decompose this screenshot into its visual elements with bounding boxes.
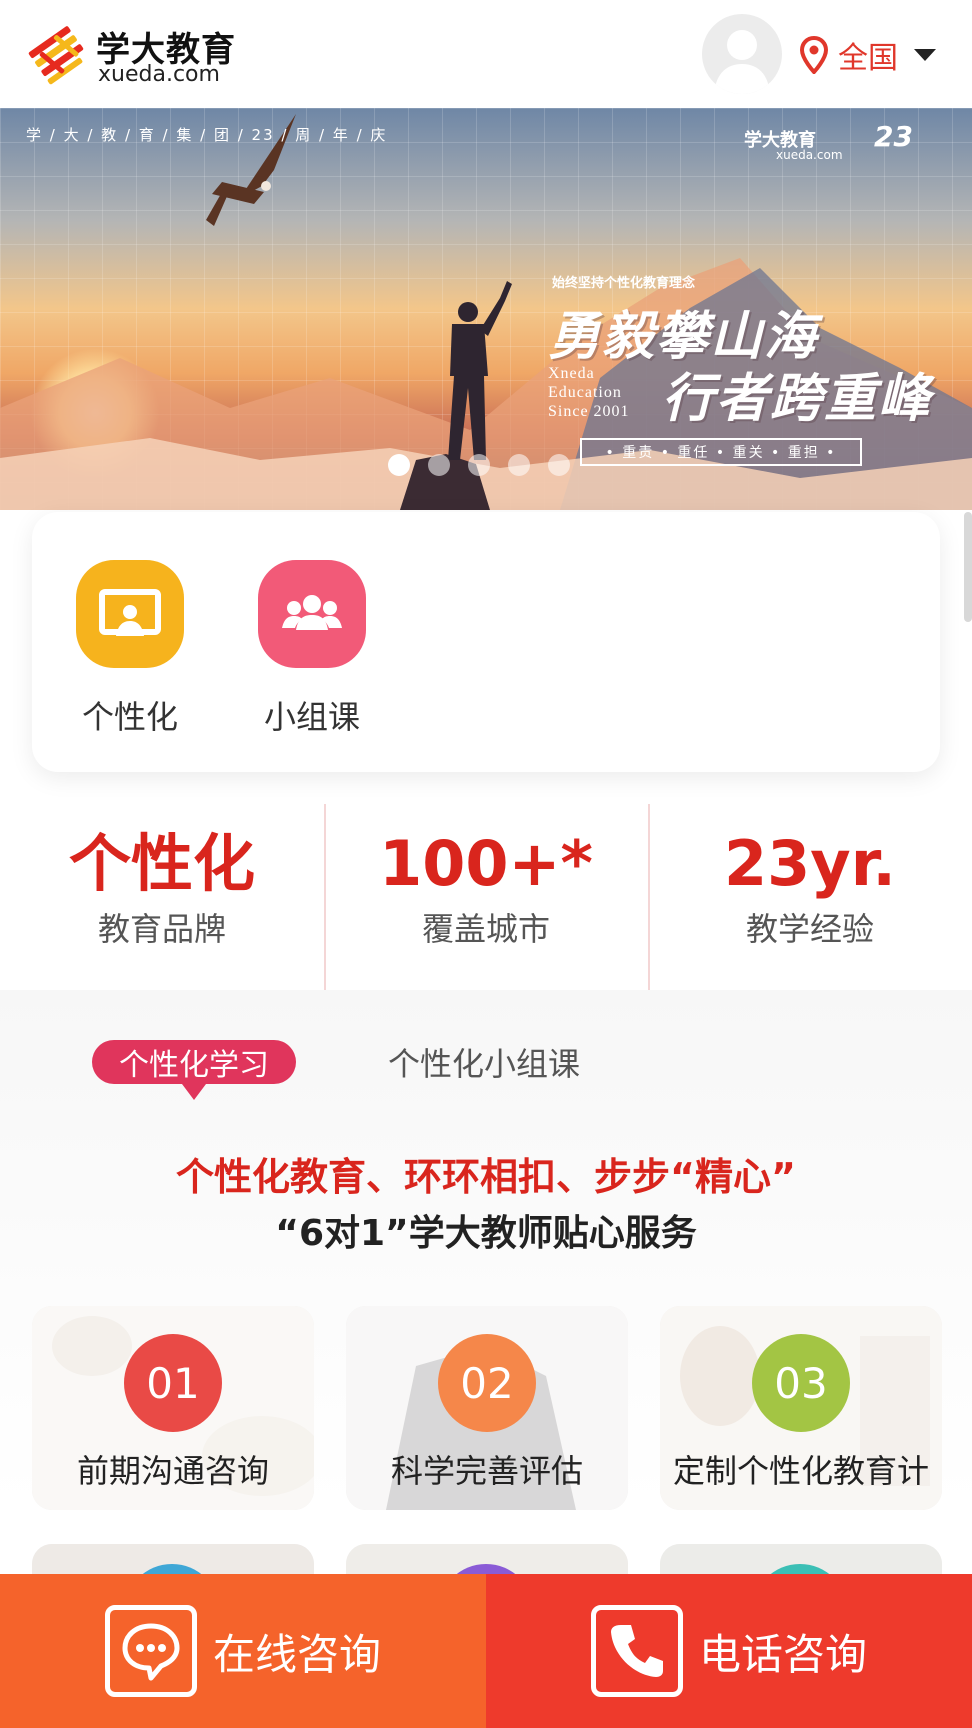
banner-values-pill: • 重责 • 重任 • 重关 • 重担 • <box>580 438 862 466</box>
phone-consult-label: 电话咨询 <box>698 1629 867 1679</box>
carousel-dot[interactable] <box>468 454 490 476</box>
banner-small-caption: 始终坚持个性化教育理念 <box>552 276 696 291</box>
banner-english-line: Education <box>548 384 622 401</box>
banner-headline-2: 行者跨重峰 <box>662 369 933 429</box>
active-tab-pointer <box>182 1084 206 1100</box>
group-people-icon <box>282 595 342 630</box>
step-card-custom-plan[interactable]: 03 定制个性化教育计 <box>660 1306 942 1510</box>
carousel-dot[interactable] <box>388 454 410 476</box>
classroom-screen-icon <box>99 589 161 636</box>
logo-mark-icon <box>28 26 84 85</box>
category-label: 个性化 <box>81 698 178 736</box>
online-consult-button[interactable]: 在线咨询 <box>0 1574 486 1728</box>
stat-label: 教育品牌 <box>97 910 226 948</box>
step-card-consult[interactable]: 01 前期沟通咨询 <box>32 1306 314 1510</box>
carousel-dot[interactable] <box>428 454 450 476</box>
location-pin-icon <box>800 36 828 74</box>
location-label: 全国 <box>838 41 898 76</box>
banner-anniversary-mark: 23 <box>874 120 913 153</box>
category-label: 小组课 <box>263 698 360 736</box>
step-label: 科学完善评估 <box>390 1452 583 1490</box>
carousel-dots <box>388 454 570 476</box>
page-scrollbar[interactable] <box>964 512 972 622</box>
banner-anniversary-strip: 学 / 大 / 教 / 育 / 集 / 团 / 23 / 周 / 年 / 庆 <box>26 126 388 144</box>
online-consult-label: 在线咨询 <box>212 1629 381 1679</box>
stat-value: 23yr. <box>724 827 896 900</box>
brand-logo[interactable]: 学大教育 xueda.com <box>26 20 256 90</box>
chat-bubble-icon <box>104 1605 197 1697</box>
carousel-dot[interactable] <box>508 454 530 476</box>
category-card: 个性化 小组课 <box>32 512 940 772</box>
stat-experience: 23yr. 教学经验 <box>648 802 972 990</box>
caret-down-icon <box>914 49 936 61</box>
tab-personalized-group[interactable]: 个性化小组课 <box>388 1040 580 1084</box>
stats-row: 个性化 教育品牌 100+* 覆盖城市 23yr. 教学经验 <box>0 802 972 990</box>
category-personalized[interactable]: 个性化 <box>70 560 190 738</box>
tab-personalized-learning[interactable]: 个性化学习 <box>92 1040 296 1084</box>
stat-label: 教学经验 <box>745 910 874 948</box>
logo-text-en: xueda.com <box>98 62 220 87</box>
user-silhouette-icon <box>714 30 770 94</box>
stat-value: 个性化 <box>68 827 255 900</box>
stat-cities: 100+* 覆盖城市 <box>324 802 648 990</box>
user-avatar[interactable] <box>702 14 782 94</box>
hero-banner[interactable]: 学 / 大 / 教 / 育 / 集 / 团 / 23 / 周 / 年 / 庆 学… <box>0 108 972 510</box>
phone-handset-icon <box>590 1605 683 1697</box>
phone-consult-button[interactable]: 电话咨询 <box>486 1574 972 1728</box>
banner-english-line: Xneda <box>548 365 595 382</box>
step-label: 前期沟通咨询 <box>76 1452 269 1490</box>
step-number-badge: 01 <box>124 1334 222 1432</box>
step-number-badge: 03 <box>752 1334 850 1432</box>
stat-value: 100+* <box>379 827 593 900</box>
top-header: 学大教育 xueda.com 全国 <box>0 0 972 108</box>
banner-english-line: Since 2001 <box>548 403 630 420</box>
stat-brand: 个性化 教育品牌 <box>0 802 324 990</box>
step-card-assessment[interactable]: 02 科学完善评估 <box>346 1306 628 1510</box>
bottom-action-bar: 在线咨询 电话咨询 <box>0 1574 972 1728</box>
slogan-headline: 个性化教育、环环相扣、步步“精心” <box>176 1155 796 1199</box>
carousel-dot[interactable] <box>548 454 570 476</box>
banner-brand-en: xueda.com <box>776 148 843 162</box>
stat-label: 覆盖城市 <box>421 910 550 948</box>
location-selector[interactable]: 全国 <box>800 30 936 80</box>
step-label: 定制个性化教育计 <box>672 1452 929 1490</box>
step-number-badge: 02 <box>438 1334 536 1432</box>
category-icon-bg <box>258 560 366 668</box>
category-icon-bg <box>76 560 184 668</box>
banner-english-caption: Xneda Education Since 2001 <box>548 364 630 421</box>
category-small-group[interactable]: 小组课 <box>252 560 372 738</box>
slogan-subline: “6对1”学大教师贴心服务 <box>275 1213 697 1254</box>
